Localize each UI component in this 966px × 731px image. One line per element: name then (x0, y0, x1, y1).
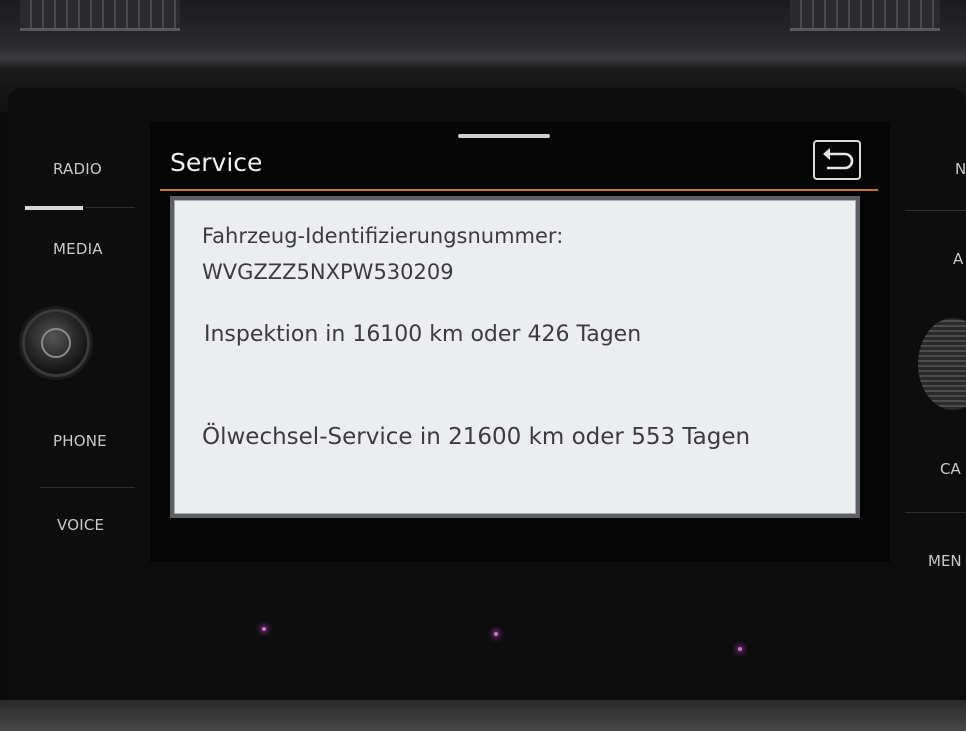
inspection-info: Inspektion in 16100 km oder 426 Tagen (204, 322, 642, 347)
oil-service-info: Ölwechsel-Service in 21600 km oder 553 T… (202, 424, 751, 450)
back-arrow-icon (823, 148, 854, 170)
page-title: Service (170, 148, 263, 177)
sensor-light (494, 632, 498, 636)
air-vent (790, 0, 940, 31)
vin-value: WVGZZZ5NXPW530209 (202, 260, 454, 284)
active-indicator (25, 206, 83, 210)
nav-button[interactable]: N (955, 160, 966, 178)
divider (40, 487, 135, 488)
car-button[interactable]: CA (940, 460, 961, 478)
divider (905, 210, 966, 211)
app-button[interactable]: A (953, 250, 963, 268)
pull-down-handle[interactable] (458, 134, 550, 138)
divider (905, 512, 966, 513)
air-vent (20, 0, 180, 31)
volume-knob[interactable] (25, 312, 87, 374)
vin-label: Fahrzeug-Identifizierungsnummer: (202, 224, 564, 248)
voice-button[interactable]: VOICE (57, 516, 104, 534)
power-icon (41, 328, 71, 358)
dashboard-edge (0, 700, 966, 731)
radio-button[interactable]: RADIO (53, 160, 102, 178)
sensor-light (738, 647, 742, 651)
back-button[interactable] (813, 140, 861, 180)
media-button[interactable]: MEDIA (53, 240, 103, 258)
service-info-panel: Fahrzeug-Identifizierungsnummer: WVGZZZ5… (170, 196, 860, 518)
menu-button[interactable]: MEN (928, 552, 962, 570)
divider (85, 207, 135, 208)
phone-button[interactable]: PHONE (53, 432, 107, 450)
title-underline (160, 189, 878, 191)
sensor-light (262, 627, 266, 631)
